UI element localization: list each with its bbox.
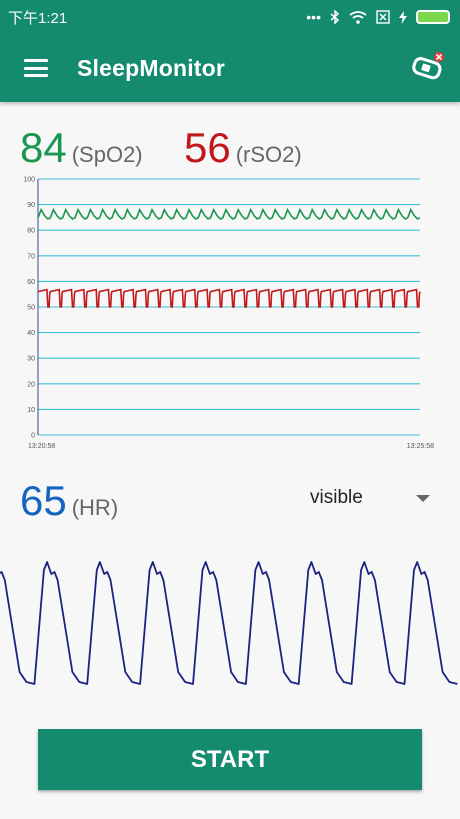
hr-readout: 65 (HR) bbox=[20, 477, 118, 525]
spo2-label: (SpO2) bbox=[71, 142, 143, 167]
signal-off-icon bbox=[376, 10, 390, 24]
status-bar: 下午1:21 ••• bbox=[0, 0, 460, 34]
y-tick-label: 50 bbox=[27, 305, 35, 312]
bluetooth-icon bbox=[330, 10, 340, 24]
y-tick-label: 60 bbox=[27, 279, 35, 286]
dots-icon: ••• bbox=[306, 9, 321, 25]
x-end-label: 13:25:58 bbox=[407, 443, 434, 450]
rso2-label: (rSO2) bbox=[235, 142, 302, 167]
y-tick-label: 40 bbox=[27, 330, 35, 337]
y-tick-label: 100 bbox=[23, 177, 35, 184]
y-tick-label: 70 bbox=[27, 253, 35, 260]
spo2-series-line bbox=[37, 207, 421, 220]
y-tick-label: 80 bbox=[27, 228, 35, 235]
hr-label: (HR) bbox=[71, 495, 119, 520]
visibility-select-value: visible bbox=[310, 487, 363, 508]
y-tick-label: 20 bbox=[27, 381, 35, 388]
status-time: 下午1:21 bbox=[8, 9, 68, 27]
hr-value: 65 bbox=[20, 477, 67, 524]
app-bar: SleepMonitor bbox=[0, 34, 460, 102]
status-icons: ••• bbox=[306, 9, 450, 25]
rso2-series-line bbox=[37, 288, 421, 308]
app-title: SleepMonitor bbox=[77, 54, 226, 81]
start-button[interactable]: START bbox=[38, 729, 422, 790]
spo2-value: 84 bbox=[20, 124, 67, 171]
spo2-readout: 84 (SpO2) bbox=[20, 124, 143, 172]
rso2-value: 56 bbox=[184, 124, 231, 171]
device-disconnected-icon[interactable] bbox=[410, 50, 446, 86]
charging-icon bbox=[399, 10, 407, 24]
y-tick-label: 10 bbox=[27, 407, 35, 414]
rso2-readout: 56 (rSO2) bbox=[184, 124, 302, 172]
y-tick-label: 90 bbox=[27, 202, 35, 209]
battery-icon bbox=[416, 10, 450, 24]
hamburger-menu-icon[interactable] bbox=[24, 59, 48, 77]
y-tick-label: 0 bbox=[31, 433, 35, 440]
visibility-select[interactable]: visible bbox=[310, 484, 434, 512]
hr-waveform bbox=[0, 561, 458, 685]
wifi-icon bbox=[349, 10, 367, 24]
dropdown-arrow-icon bbox=[416, 494, 430, 502]
x-start-label: 13:20:58 bbox=[28, 443, 55, 450]
hr-wave-line bbox=[0, 561, 458, 685]
y-tick-label: 30 bbox=[27, 356, 35, 363]
trend-chart: 100908070605040302010013:20:58 13:25:58 bbox=[23, 177, 434, 451]
